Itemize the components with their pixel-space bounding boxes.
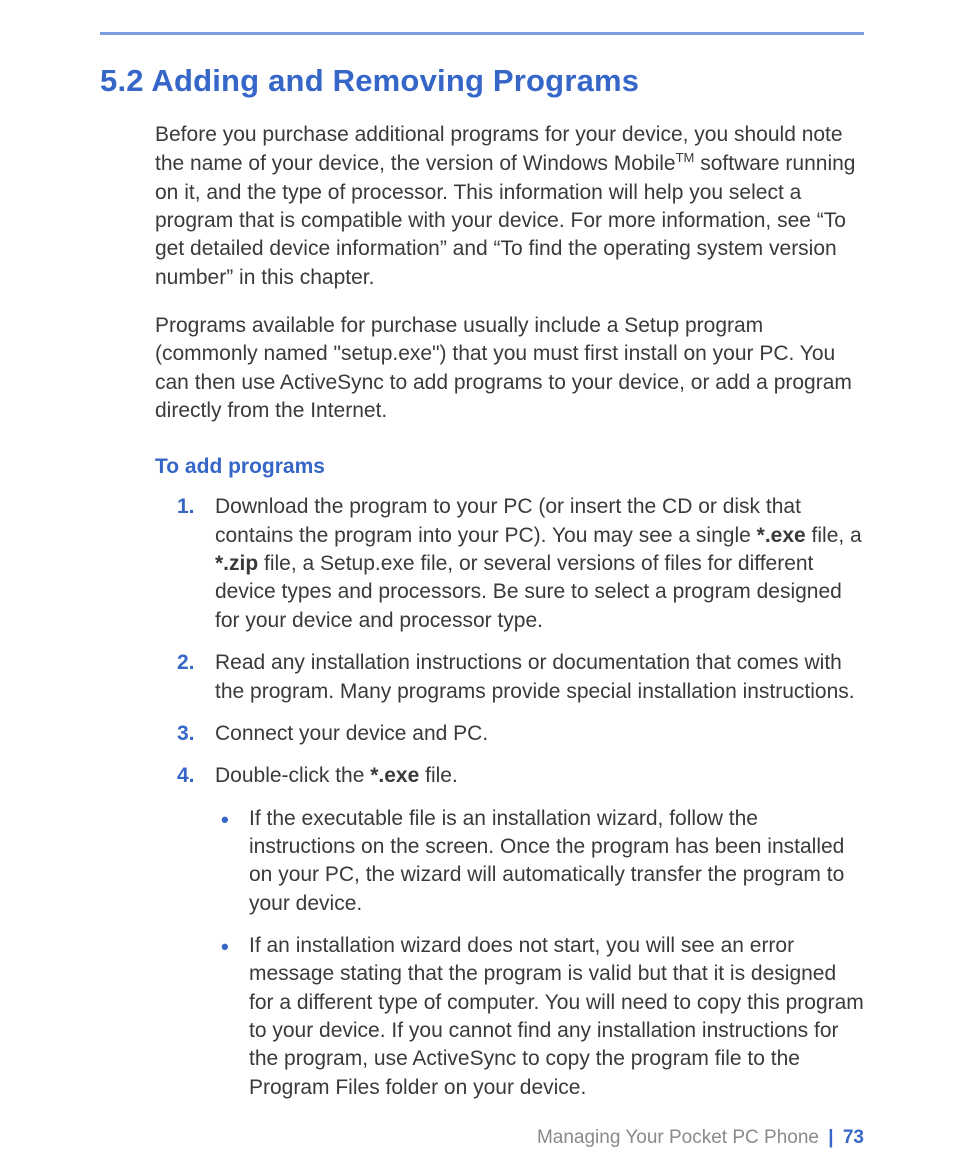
substeps: If the executable file is an installatio… [215, 805, 864, 1102]
step-1-text-b: file, a [806, 524, 862, 547]
step-4-text-a: Double-click the [215, 764, 370, 787]
footer-chapter-title: Managing Your Pocket PC Phone [537, 1127, 819, 1148]
section-heading: 5.2 Adding and Removing Programs [100, 63, 864, 99]
step-3: 3. Connect your device and PC. [155, 720, 864, 748]
step-number: 1. [177, 493, 195, 521]
step-2-text: Read any installation instructions or do… [215, 651, 855, 702]
footer-page-number: 73 [843, 1127, 864, 1148]
step-1-bold-zip: *.zip [215, 552, 258, 575]
page-footer: Managing Your Pocket PC Phone | 73 [537, 1127, 864, 1149]
step-number: 4. [177, 762, 195, 790]
step-1-bold-exe: *.exe [757, 524, 806, 547]
step-4-text-b: file. [419, 764, 458, 787]
page-content: 5.2 Adding and Removing Programs Before … [0, 0, 954, 1102]
step-1: 1. Download the program to your PC (or i… [155, 493, 864, 635]
top-rule [100, 32, 864, 35]
step-1-text-a: Download the program to your PC (or inse… [215, 495, 801, 546]
trademark-symbol: TM [676, 150, 695, 165]
intro-paragraph-1: Before you purchase additional programs … [155, 121, 864, 292]
subheading-add-programs: To add programs [155, 455, 864, 479]
step-number: 3. [177, 720, 195, 748]
step-number: 2. [177, 649, 195, 677]
step-1-text-c: file, a Setup.exe file, or several versi… [215, 552, 842, 632]
intro-paragraph-2: Programs available for purchase usually … [155, 312, 864, 425]
ordered-steps: 1. Download the program to your PC (or i… [155, 493, 864, 1102]
step-4-bold-exe: *.exe [370, 764, 419, 787]
step-3-text: Connect your device and PC. [215, 722, 488, 745]
substep-1: If the executable file is an installatio… [215, 805, 864, 918]
step-4: 4. Double-click the *.exe file. If the e… [155, 762, 864, 1102]
footer-divider: | [828, 1127, 833, 1148]
substep-2: If an installation wizard does not start… [215, 932, 864, 1102]
step-2: 2. Read any installation instructions or… [155, 649, 864, 706]
